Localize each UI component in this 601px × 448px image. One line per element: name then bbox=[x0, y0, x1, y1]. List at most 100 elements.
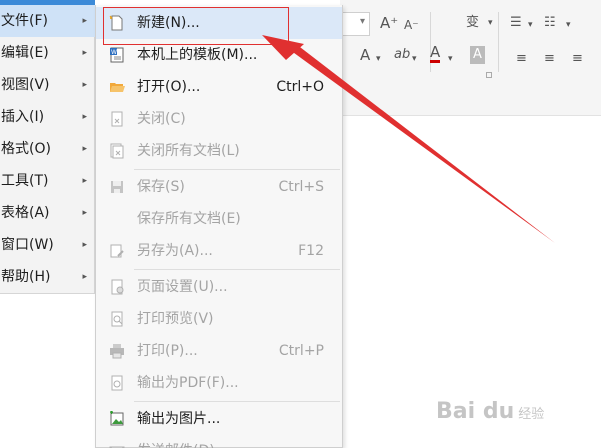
chevron-right-icon: ▸ bbox=[82, 80, 87, 90]
align-left-icon[interactable]: ≡ bbox=[516, 50, 527, 68]
page-setup-icon bbox=[111, 279, 124, 295]
open-folder-icon bbox=[110, 83, 125, 92]
chevron-down-icon: ▾ bbox=[528, 20, 533, 30]
menu-label: 工具(T) bbox=[1, 173, 49, 189]
chevron-right-icon: ▸ bbox=[82, 240, 87, 250]
file-print-item[interactable]: 打印(P)... Ctrl+P bbox=[96, 335, 342, 367]
align-right-icon[interactable]: ≡ bbox=[572, 50, 583, 68]
file-export-image-item[interactable]: 输出为图片... bbox=[96, 403, 342, 435]
char-shading-button[interactable]: A bbox=[470, 46, 485, 64]
menu-item-label: 打印预览(V) bbox=[137, 311, 214, 327]
chevron-down-icon: ▾ bbox=[412, 54, 417, 64]
menu-item-label: 输出为图片... bbox=[137, 411, 221, 427]
chevron-right-icon: ▸ bbox=[82, 208, 87, 218]
menu-file[interactable]: 文件(F) ▸ bbox=[0, 5, 95, 37]
ribbon-divider bbox=[430, 12, 431, 72]
template-icon: W bbox=[110, 47, 124, 63]
menu-label: 表格(A) bbox=[1, 205, 50, 221]
close-all-icon bbox=[110, 143, 124, 159]
menu-item-label: 输出为PDF(F)... bbox=[137, 375, 239, 391]
menu-item-shortcut: Ctrl+P bbox=[278, 343, 324, 359]
chevron-right-icon: ▸ bbox=[82, 16, 87, 26]
file-send-mail-item[interactable]: 发送邮件(D)... bbox=[96, 435, 342, 448]
menu-item-label: 页面设置(U)... bbox=[137, 279, 228, 295]
save-as-icon bbox=[110, 244, 124, 258]
file-export-pdf-item[interactable]: 输出为PDF(F)... bbox=[96, 367, 342, 399]
menu-item-label: 打开(O)... bbox=[137, 79, 201, 95]
formatting-ribbon: ▾ A⁺ A⁻ 变 ▾ ☰ ▾ ☷ ▾ A ▾ ab ▾ A ▾ A ≡ ≡ ≡ bbox=[340, 0, 601, 116]
close-doc-icon bbox=[111, 111, 123, 127]
menu-item-label: 发送邮件(D)... bbox=[137, 435, 228, 448]
bullets-list-icon[interactable]: ☰ bbox=[510, 14, 522, 32]
chevron-down-icon: ▾ bbox=[566, 20, 571, 30]
menu-separator bbox=[134, 401, 340, 402]
mail-icon bbox=[109, 446, 125, 448]
menu-label: 编辑(E) bbox=[1, 45, 49, 61]
chevron-right-icon: ▸ bbox=[82, 144, 87, 154]
watermark-brand: Bai du bbox=[436, 399, 515, 424]
file-submenu: 新建(N)... W 本机上的模板(M)... 打开(O)... Ctrl+O … bbox=[95, 5, 343, 448]
watermark-logo: Bai du 经验 bbox=[436, 392, 596, 432]
menu-label: 插入(I) bbox=[1, 109, 45, 125]
file-open-item[interactable]: 打开(O)... Ctrl+O bbox=[96, 71, 342, 103]
annotation-highlight-box bbox=[103, 7, 289, 45]
menu-item-shortcut: Ctrl+S bbox=[278, 179, 324, 195]
ribbon-divider bbox=[498, 12, 499, 72]
menu-item-label: 保存所有文档(E) bbox=[137, 211, 241, 227]
menu-help[interactable]: 帮助(H) ▸ bbox=[0, 261, 95, 293]
chevron-right-icon: ▸ bbox=[82, 272, 87, 282]
main-menu-bar: 文件(F) ▸ 编辑(E) ▸ 视图(V) ▸ 插入(I) ▸ 格式(O) ▸ … bbox=[0, 0, 95, 294]
menu-item-label: 关闭所有文档(L) bbox=[137, 143, 240, 159]
file-page-setup-item[interactable]: 页面设置(U)... bbox=[96, 271, 342, 303]
font-grow-button[interactable]: A⁺ bbox=[380, 14, 398, 32]
file-close-item[interactable]: 关闭(C) bbox=[96, 103, 342, 135]
phonetic-guide-button[interactable]: 变 bbox=[466, 14, 479, 32]
menu-label: 窗口(W) bbox=[1, 237, 54, 253]
chevron-right-icon: ▸ bbox=[82, 112, 87, 122]
menu-item-label: 保存(S) bbox=[137, 179, 185, 195]
menu-separator bbox=[134, 269, 340, 270]
svg-text:W: W bbox=[111, 49, 117, 56]
menu-label: 帮助(H) bbox=[1, 269, 51, 285]
menu-item-label: 关闭(C) bbox=[137, 111, 186, 127]
align-center-icon[interactable]: ≡ bbox=[544, 50, 555, 68]
menu-label: 视图(V) bbox=[1, 77, 50, 93]
menu-item-shortcut: Ctrl+O bbox=[276, 79, 324, 95]
print-icon bbox=[110, 344, 124, 359]
menu-label: 格式(O) bbox=[1, 141, 51, 157]
menu-edit[interactable]: 编辑(E) ▸ bbox=[0, 37, 95, 69]
menu-label: 文件(F) bbox=[1, 13, 48, 29]
file-save-as-item[interactable]: 另存为(A)... F12 bbox=[96, 235, 342, 267]
watermark-sub: 经验 bbox=[518, 407, 545, 422]
font-size-combo[interactable]: ▾ bbox=[340, 12, 370, 36]
file-close-all-item[interactable]: 关闭所有文档(L) bbox=[96, 135, 342, 167]
menu-insert[interactable]: 插入(I) ▸ bbox=[0, 101, 95, 133]
text-effect-button[interactable]: A bbox=[360, 46, 370, 64]
menu-window[interactable]: 窗口(W) ▸ bbox=[0, 229, 95, 261]
chevron-right-icon: ▸ bbox=[82, 48, 87, 58]
file-save-item[interactable]: 保存(S) Ctrl+S bbox=[96, 171, 342, 203]
image-export-icon bbox=[110, 411, 124, 426]
menu-separator bbox=[134, 169, 340, 170]
menu-table[interactable]: 表格(A) ▸ bbox=[0, 197, 95, 229]
chevron-down-icon: ▾ bbox=[376, 54, 381, 64]
font-color-button[interactable]: A bbox=[430, 44, 441, 63]
file-print-preview-item[interactable]: 打印预览(V) bbox=[96, 303, 342, 335]
menu-item-label: 打印(P)... bbox=[137, 343, 198, 359]
menu-item-label: 另存为(A)... bbox=[137, 243, 213, 259]
numbered-list-icon[interactable]: ☷ bbox=[544, 14, 556, 32]
menu-tools[interactable]: 工具(T) ▸ bbox=[0, 165, 95, 197]
chevron-down-icon: ▾ bbox=[448, 54, 453, 64]
pdf-export-icon bbox=[111, 375, 123, 391]
print-preview-icon bbox=[111, 311, 123, 327]
menu-format[interactable]: 格式(O) ▸ bbox=[0, 133, 95, 165]
chevron-right-icon: ▸ bbox=[82, 176, 87, 186]
font-shrink-button[interactable]: A⁻ bbox=[404, 16, 419, 34]
dialog-launcher-icon[interactable] bbox=[486, 72, 492, 78]
file-save-all-item[interactable]: 保存所有文档(E) bbox=[96, 203, 342, 235]
save-icon bbox=[111, 181, 123, 193]
menu-item-shortcut: F12 bbox=[298, 243, 324, 259]
highlight-button[interactable]: ab bbox=[394, 46, 410, 64]
chevron-down-icon: ▾ bbox=[359, 16, 365, 27]
menu-view[interactable]: 视图(V) ▸ bbox=[0, 69, 95, 101]
